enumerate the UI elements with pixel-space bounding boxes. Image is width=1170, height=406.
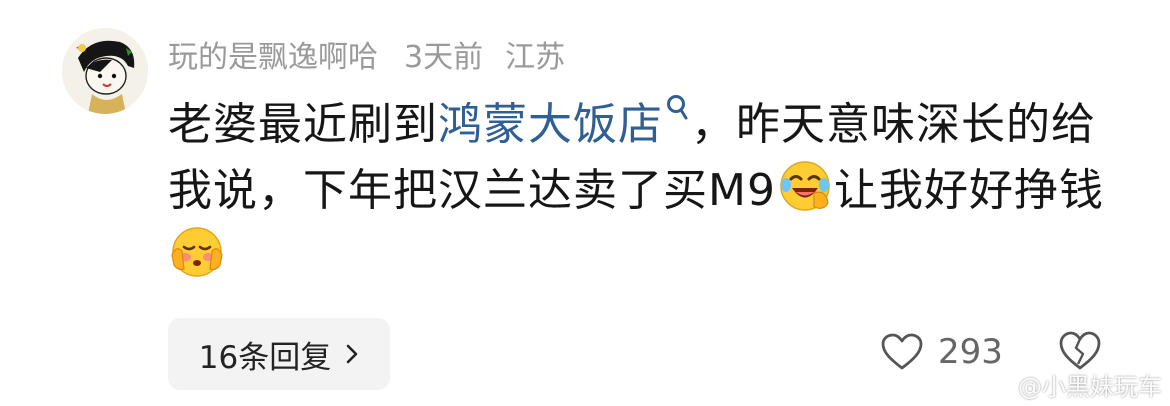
user-avatar[interactable]: [62, 28, 148, 114]
comment-text-part1: 老婆最近刷到: [168, 99, 438, 150]
topic-link-label: 鸿蒙大饭店: [438, 99, 663, 150]
comment-text-part3: 让我好好挣钱: [833, 165, 1104, 216]
cartoon-avatar-icon: [62, 28, 148, 114]
broken-heart-icon[interactable]: [1058, 330, 1102, 372]
comment-location: 江苏: [505, 40, 566, 75]
like-button[interactable]: 293: [880, 332, 1003, 372]
comment-meta: 玩的是飘逸啊哈 3天前 江苏: [168, 32, 566, 76]
comment-item: 玩的是飘逸啊哈 3天前 江苏 老婆最近刷到鸿蒙大饭店 ，昨天意味深长的给我说，下年…: [0, 0, 1170, 406]
comment-time: 3天前: [404, 40, 484, 75]
comment-text: 老婆最近刷到鸿蒙大饭店 ，昨天意味深长的给我说，下年把汉兰达卖了买M9 让我好好挣钱: [168, 92, 1108, 290]
like-count: 293: [938, 332, 1003, 372]
topic-link[interactable]: 鸿蒙大饭店: [438, 95, 691, 150]
username[interactable]: 玩的是飘逸啊哈: [168, 32, 378, 76]
shy-blushing-emoji-icon: [171, 227, 223, 277]
search-icon: [667, 95, 688, 120]
laughing-crying-emoji-icon: [780, 161, 830, 211]
chevron-right-icon: [346, 344, 358, 364]
view-replies-button[interactable]: 16条回复: [168, 318, 390, 390]
watermark: @小黑妹玩车: [1018, 373, 1162, 401]
heart-icon: [881, 333, 923, 370]
replies-label: 16条回复: [198, 339, 332, 376]
